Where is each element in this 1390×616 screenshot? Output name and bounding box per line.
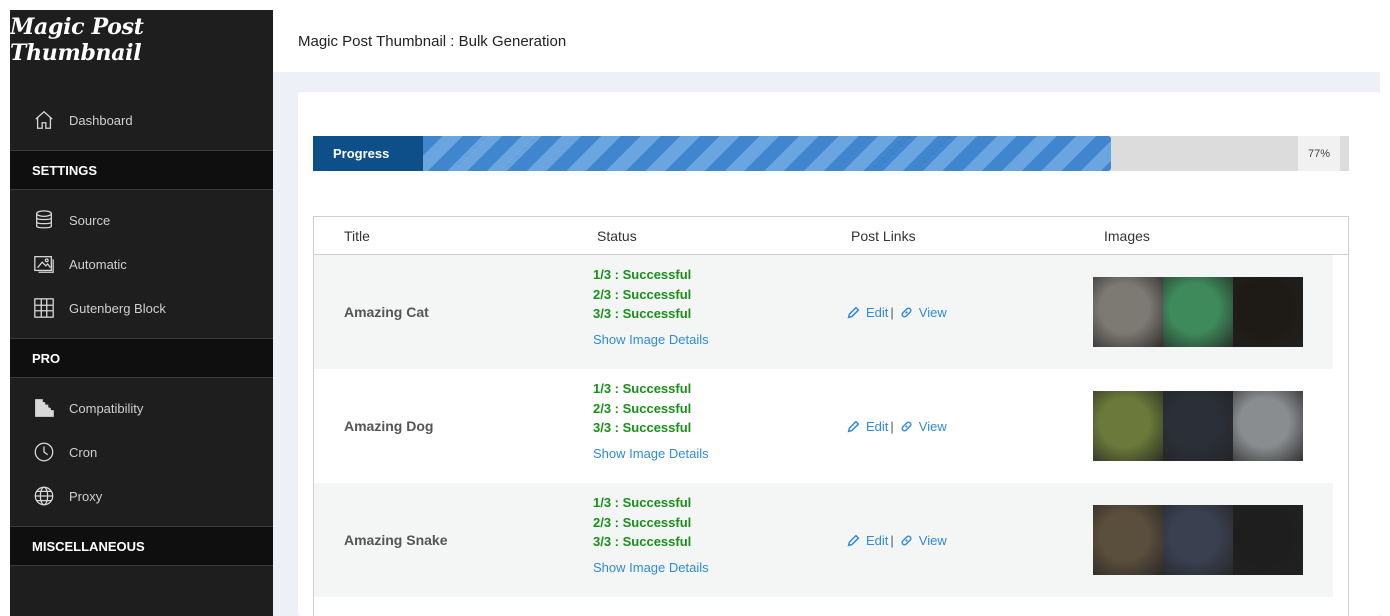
status-line: 2/3 : Successful xyxy=(593,400,692,416)
pencil-icon xyxy=(847,420,860,432)
thumbnail-image[interactable] xyxy=(1163,277,1233,347)
sidebar-item-gutenberg-block[interactable]: Gutenberg Block xyxy=(10,286,273,330)
sidebar-item-source[interactable]: Source xyxy=(10,198,273,242)
thumbnail-image[interactable] xyxy=(1163,391,1233,461)
link-separator: | xyxy=(890,418,894,434)
post-links: Edit | View xyxy=(847,483,947,597)
clock-icon xyxy=(32,440,56,464)
status-line: 2/3 : Successful xyxy=(593,514,692,530)
post-title: Amazing Cat xyxy=(344,304,429,320)
edit-link[interactable]: Edit xyxy=(847,305,888,320)
home-icon xyxy=(32,108,56,132)
sidebar-item-label: Gutenberg Block xyxy=(69,300,166,316)
view-label: View xyxy=(918,304,947,320)
thumbnail-image[interactable] xyxy=(1093,277,1163,347)
sidebar: Magic Post Thumbnail Dashboard SETTINGS … xyxy=(10,10,273,616)
status-line: 3/3 : Successful xyxy=(593,306,692,321)
section-header-miscellaneous: MISCELLANEOUS xyxy=(10,526,273,566)
sidebar-item-automatic[interactable]: Automatic xyxy=(10,242,273,286)
edit-label: Edit xyxy=(866,418,889,434)
sidebar-item-label: Cron xyxy=(69,444,98,460)
sidebar-item-compatibility[interactable]: Compatibility xyxy=(10,386,273,430)
sidebar-item-label: Proxy xyxy=(69,488,103,504)
section-header-settings: SETTINGS xyxy=(10,150,273,190)
status-line: 1/3 : Successful xyxy=(593,495,692,510)
progress-percent: 77% xyxy=(1298,136,1340,171)
sidebar-item-proxy[interactable]: Proxy xyxy=(10,474,273,518)
progress-fill xyxy=(423,136,1111,171)
status-line: 2/3 : Successful xyxy=(593,286,692,302)
edit-link[interactable]: Edit xyxy=(847,533,888,548)
header-title: Title xyxy=(344,227,370,244)
link-icon xyxy=(901,421,912,431)
status-list: 1/3 : Successful 2/3 : Successful 3/3 : … xyxy=(593,265,709,347)
thumbnail-image[interactable] xyxy=(1233,391,1303,461)
page-title: Magic Post Thumbnail : Bulk Generation xyxy=(298,32,567,50)
thumbnail-image[interactable] xyxy=(1233,277,1303,347)
globe-icon xyxy=(32,484,56,508)
database-icon xyxy=(32,208,56,232)
table-header: Title Status Post Links Images xyxy=(314,217,1348,255)
status-line: 3/3 : Successful xyxy=(593,534,692,549)
table-row: Amazing Cat 1/3 : Successful 2/3 : Succe… xyxy=(314,255,1333,369)
link-separator: | xyxy=(890,532,894,548)
thumbnail-image[interactable] xyxy=(1093,391,1163,461)
header-images: Images xyxy=(1104,227,1150,244)
sidebar-item-dashboard[interactable]: Dashboard xyxy=(10,98,273,142)
view-link[interactable]: View xyxy=(900,305,947,320)
link-icon xyxy=(901,535,912,545)
image-thumbnails xyxy=(1093,391,1303,461)
sidebar-item-label: Dashboard xyxy=(69,112,133,128)
link-separator: | xyxy=(890,304,894,320)
edit-link[interactable]: Edit xyxy=(847,419,888,434)
view-link[interactable]: View xyxy=(900,533,947,548)
header-post-links: Post Links xyxy=(851,227,916,244)
post-title: Amazing Dog xyxy=(344,418,434,434)
post-links: Edit | View xyxy=(847,255,947,369)
status-line: 1/3 : Successful xyxy=(593,267,692,282)
header-status: Status xyxy=(597,227,637,244)
sidebar-item-label: Source xyxy=(69,212,111,228)
show-image-details-link[interactable]: Show Image Details xyxy=(593,332,709,347)
edit-label: Edit xyxy=(866,532,889,548)
thumbnail-image[interactable] xyxy=(1093,505,1163,575)
view-label: View xyxy=(918,532,947,548)
thumbnail-image[interactable] xyxy=(1233,505,1303,575)
results-table: Title Status Post Links Images Amazing C… xyxy=(313,216,1349,616)
table-row: Amazing Dog 1/3 : Successful 2/3 : Succe… xyxy=(314,369,1333,483)
grid-icon xyxy=(32,296,56,320)
sidebar-item-label: Automatic xyxy=(69,256,127,272)
images-icon xyxy=(32,252,56,276)
link-icon xyxy=(901,307,912,317)
section-header-pro: PRO xyxy=(10,338,273,378)
view-label: View xyxy=(918,418,947,434)
status-list: 1/3 : Successful 2/3 : Successful 3/3 : … xyxy=(593,493,709,575)
post-links: Edit | View xyxy=(847,369,947,483)
status-line: 1/3 : Successful xyxy=(593,381,692,396)
pencil-icon xyxy=(847,534,860,546)
sidebar-item-label: Compatibility xyxy=(69,400,144,416)
pencil-icon xyxy=(847,306,860,318)
progress-label: Progress xyxy=(313,136,423,171)
puzzle-icon xyxy=(32,396,56,420)
status-line: 3/3 : Successful xyxy=(593,420,692,435)
app-logo[interactable]: Magic Post Thumbnail xyxy=(10,10,273,70)
table-row: Amazing Snake 1/3 : Successful 2/3 : Suc… xyxy=(314,483,1333,597)
thumbnail-image[interactable] xyxy=(1163,505,1233,575)
show-image-details-link[interactable]: Show Image Details xyxy=(593,560,709,575)
sidebar-item-cron[interactable]: Cron xyxy=(10,430,273,474)
progress-bar: Progress 77% xyxy=(313,136,1349,171)
post-title: Amazing Snake xyxy=(344,532,448,548)
show-image-details-link[interactable]: Show Image Details xyxy=(593,446,709,461)
edit-label: Edit xyxy=(866,304,889,320)
top-bar: Magic Post Thumbnail : Bulk Generation xyxy=(273,10,1390,72)
view-link[interactable]: View xyxy=(900,419,947,434)
status-list: 1/3 : Successful 2/3 : Successful 3/3 : … xyxy=(593,379,709,461)
image-thumbnails xyxy=(1093,277,1303,347)
image-thumbnails xyxy=(1093,505,1303,575)
